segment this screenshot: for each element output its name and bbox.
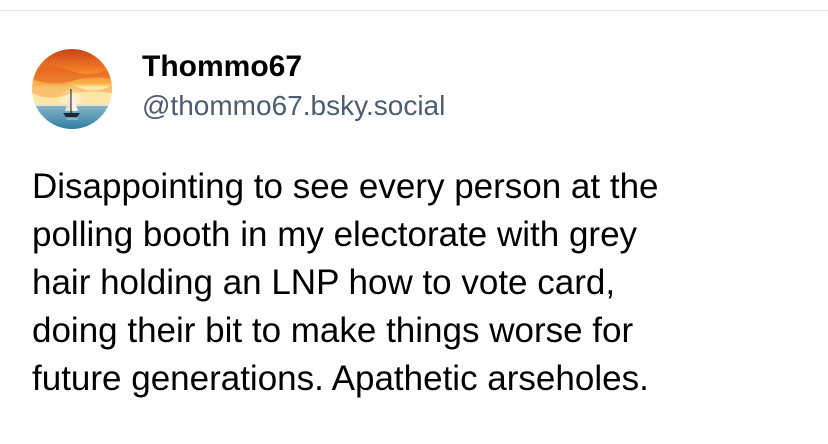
post-text-line: Disappointing to see every person at the (32, 167, 659, 206)
post-text-line: hair holding an LNP how to vote card, (32, 263, 616, 302)
post-text-line: polling booth in my electorate with grey (32, 215, 638, 254)
post-text: Disappointing to see every person at the… (32, 163, 812, 403)
author-handle[interactable]: @thommo67.bsky.social (142, 87, 445, 125)
author-display-name[interactable]: Thommo67 (142, 47, 445, 87)
post-text-line: doing their bit to make things worse for (32, 311, 634, 350)
author-info: Thommo67 @thommo67.bsky.social (142, 47, 445, 125)
post-card[interactable]: Thommo67 @thommo67.bsky.social Disappoin… (0, 11, 828, 444)
sunset-sailboat-avatar-icon (32, 49, 112, 129)
post-text-line: future generations. Apathetic arseholes. (32, 359, 649, 398)
avatar[interactable] (32, 49, 112, 129)
